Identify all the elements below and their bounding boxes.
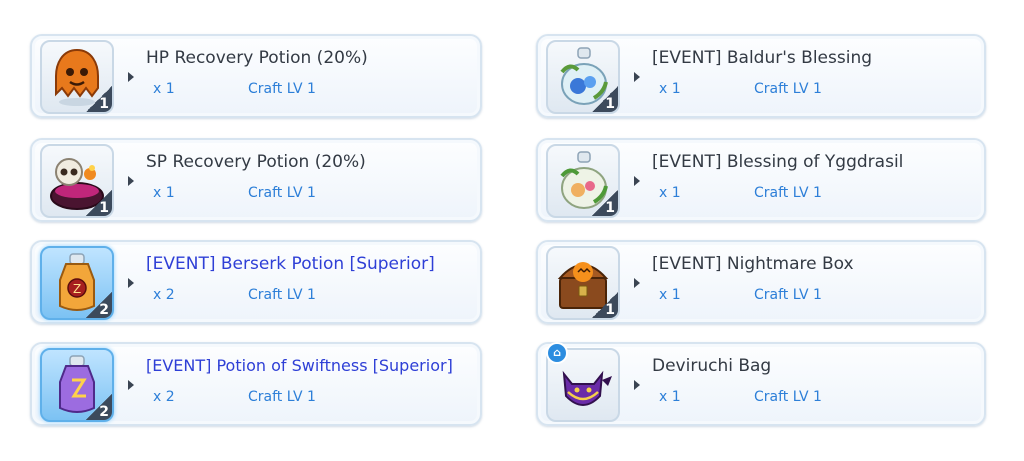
crafting-material-list: 1 HP Recovery Potion (20%) x 1 Craft LV … <box>0 0 1024 461</box>
item-icon-frame[interactable]: 1 <box>546 144 620 218</box>
quantity-badge: 2 <box>82 394 112 420</box>
material-card[interactable]: 1 [EVENT] Baldur's Blessing x 1 Craft LV… <box>536 34 986 118</box>
item-title: [EVENT] Baldur's Blessing <box>652 48 873 68</box>
item-quantity: x 1 <box>659 81 681 97</box>
item-quantity: x 2 <box>153 389 175 405</box>
item-icon-frame[interactable]: 2 <box>40 348 114 422</box>
craft-level: Craft LV 1 <box>248 287 316 303</box>
item-icon-frame[interactable]: 1 <box>546 246 620 320</box>
quantity-badge-number: 2 <box>99 302 109 318</box>
item-quantity: x 1 <box>153 185 175 201</box>
item-title: [EVENT] Berserk Potion [Superior] <box>146 254 435 274</box>
item-icon-frame[interactable]: Z 2 <box>40 246 114 320</box>
expand-arrow-icon[interactable] <box>634 380 640 390</box>
quantity-badge-number: 2 <box>99 404 109 420</box>
quantity-badge-number: 1 <box>605 302 615 318</box>
item-title: [EVENT] Blessing of Yggdrasil <box>652 152 904 172</box>
quantity-badge-number: 1 <box>605 96 615 112</box>
material-card[interactable]: 1 HP Recovery Potion (20%) x 1 Craft LV … <box>30 34 482 118</box>
item-title: SP Recovery Potion (20%) <box>146 152 366 172</box>
craft-level: Craft LV 1 <box>248 389 316 405</box>
item-title: [EVENT] Nightmare Box <box>652 254 854 274</box>
material-card[interactable]: ⌂ Deviruchi Bag x 1 Craft LV 1 <box>536 342 986 426</box>
quantity-badge: 2 <box>82 292 112 318</box>
item-title: HP Recovery Potion (20%) <box>146 48 368 68</box>
item-icon-frame[interactable]: 1 <box>40 40 114 114</box>
craft-level: Craft LV 1 <box>754 287 822 303</box>
craft-level: Craft LV 1 <box>754 185 822 201</box>
quantity-badge: 1 <box>588 292 618 318</box>
item-quantity: x 1 <box>659 287 681 303</box>
expand-arrow-icon[interactable] <box>634 278 640 288</box>
quantity-badge: 1 <box>82 190 112 216</box>
bag-badge-icon: ⌂ <box>546 342 568 364</box>
craft-level: Craft LV 1 <box>248 81 316 97</box>
quantity-badge-number: 1 <box>99 200 109 216</box>
item-quantity: x 1 <box>659 389 681 405</box>
quantity-badge: 1 <box>588 190 618 216</box>
item-quantity: x 2 <box>153 287 175 303</box>
expand-arrow-icon[interactable] <box>128 278 134 288</box>
item-quantity: x 1 <box>659 185 681 201</box>
item-title: Deviruchi Bag <box>652 356 772 376</box>
item-quantity: x 1 <box>153 81 175 97</box>
craft-level: Craft LV 1 <box>754 389 822 405</box>
svg-text:Z: Z <box>73 282 81 296</box>
expand-arrow-icon[interactable] <box>634 176 640 186</box>
quantity-badge: 1 <box>82 86 112 112</box>
expand-arrow-icon[interactable] <box>128 380 134 390</box>
item-icon-frame[interactable]: 1 <box>546 40 620 114</box>
material-card[interactable]: 1 [EVENT] Blessing of Yggdrasil x 1 Craf… <box>536 138 986 222</box>
quantity-badge-number: 1 <box>605 200 615 216</box>
quantity-badge-number: 1 <box>99 96 109 112</box>
material-card[interactable]: 2 [EVENT] Potion of Swiftness [Superior]… <box>30 342 482 426</box>
craft-level: Craft LV 1 <box>248 185 316 201</box>
expand-arrow-icon[interactable] <box>128 176 134 186</box>
expand-arrow-icon[interactable] <box>128 72 134 82</box>
material-card[interactable]: 1 [EVENT] Nightmare Box x 1 Craft LV 1 <box>536 240 986 324</box>
material-card[interactable]: 1 SP Recovery Potion (20%) x 1 Craft LV … <box>30 138 482 222</box>
quantity-badge: 1 <box>588 86 618 112</box>
craft-level: Craft LV 1 <box>754 81 822 97</box>
item-icon-frame[interactable]: 1 <box>40 144 114 218</box>
expand-arrow-icon[interactable] <box>634 72 640 82</box>
item-title: [EVENT] Potion of Swiftness [Superior] <box>146 356 453 375</box>
material-card[interactable]: Z 2 [EVENT] Berserk Potion [Superior] x … <box>30 240 482 324</box>
